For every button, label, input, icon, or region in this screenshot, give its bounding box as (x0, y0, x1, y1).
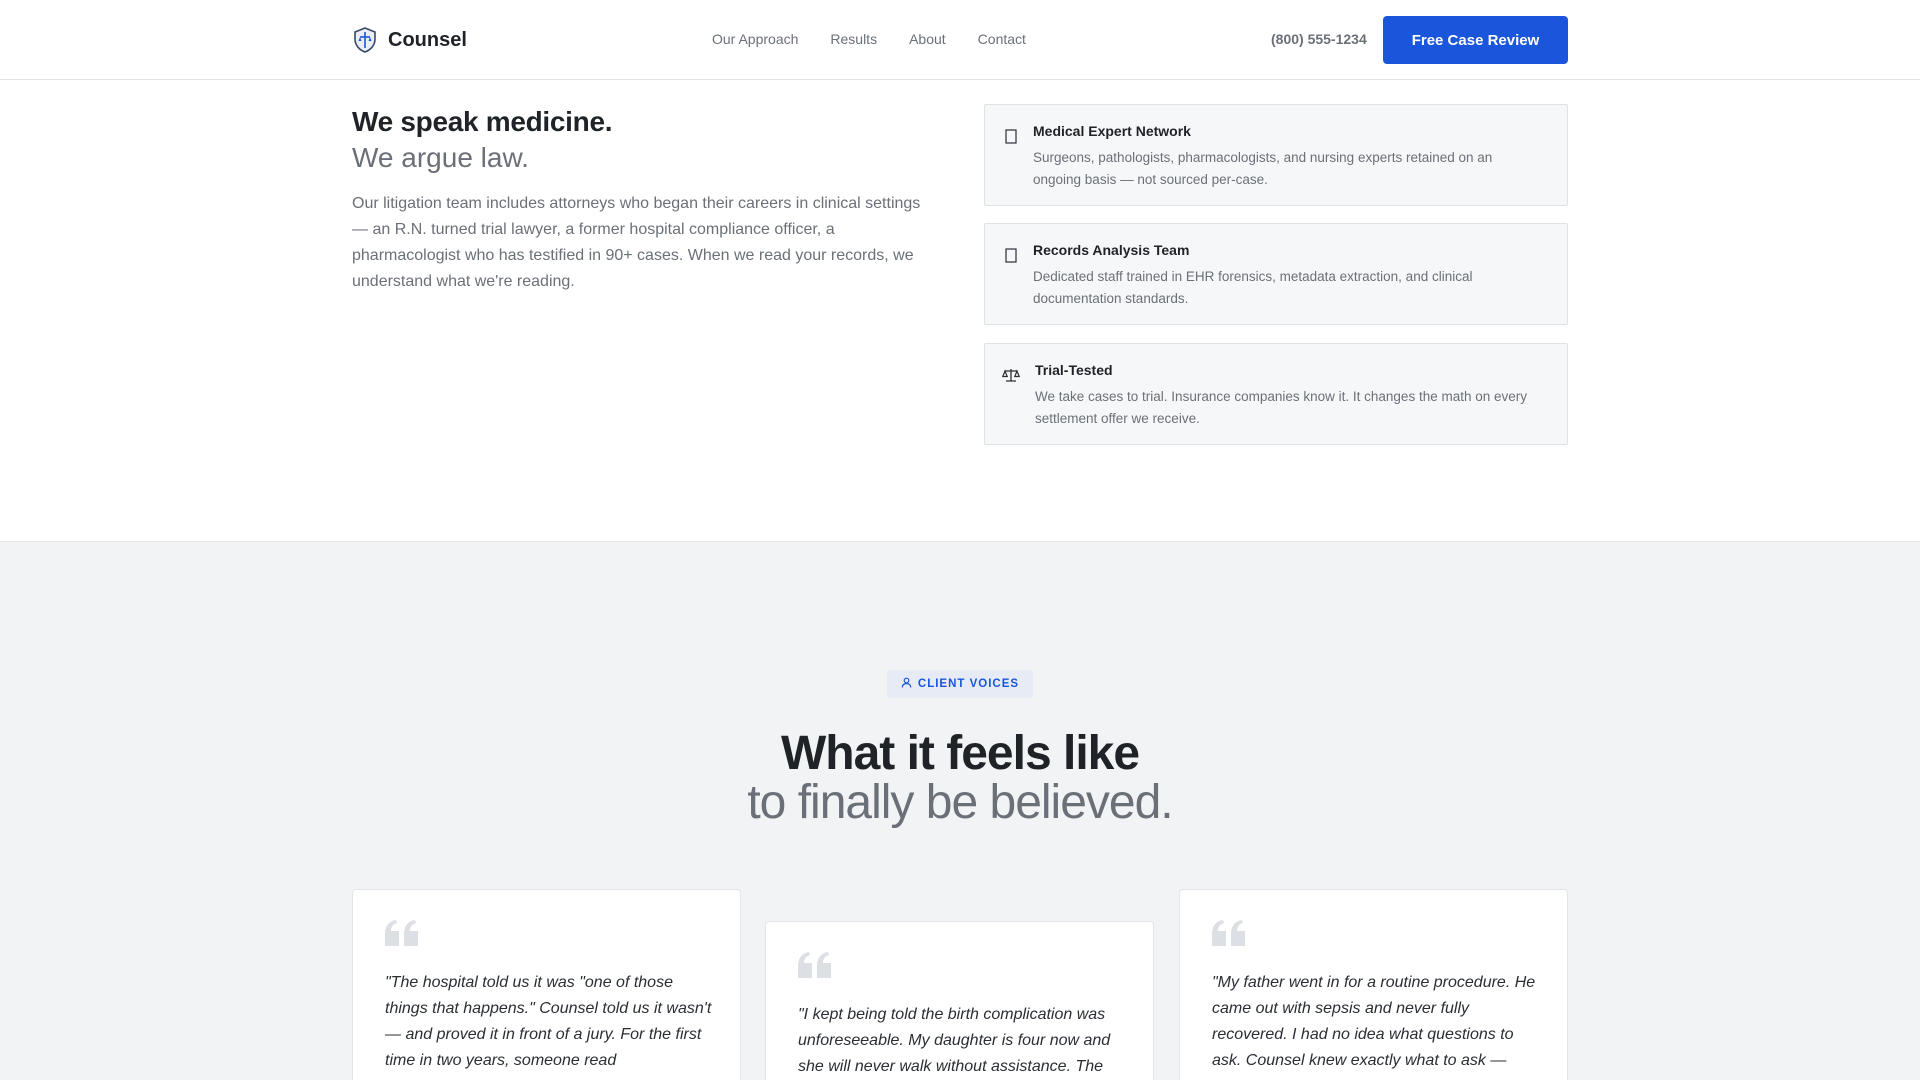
nav-link-contact[interactable]: Contact (978, 31, 1026, 47)
nav-link-results[interactable]: Results (830, 31, 877, 47)
quote-mark-icon (1212, 920, 1246, 946)
feature-description: We take cases to trial. Insurance compan… (1035, 389, 1527, 426)
user-icon (901, 675, 912, 693)
feature-card-records-analysis-team: Records Analysis Team Dedicated staff tr… (984, 223, 1568, 325)
badge-label: CLIENT VOICES (917, 678, 1020, 690)
nav-link-about[interactable]: About (909, 31, 946, 47)
scales-icon (1002, 366, 1020, 384)
phone-number-link[interactable]: (800) 555-1234 (1271, 31, 1367, 47)
brand-name: Counsel (388, 28, 467, 51)
intro-paragraph: Our litigation team includes attorneys w… (352, 195, 921, 290)
main-nav: Our Approach Results About Contact (712, 31, 1026, 47)
feature-title: Medical Expert Network (1033, 123, 1191, 139)
testimonial-card: "The hospital told us it was "one of tho… (352, 889, 741, 1080)
shield-logo-icon (352, 27, 378, 53)
feature-description: Dedicated staff trained in EHR forensics… (1033, 269, 1473, 306)
site-header: Counsel Our Approach Results About Conta… (0, 0, 1920, 80)
section-heading: We speak medicine. (352, 106, 613, 137)
client-voices-badge: CLIENT VOICES (887, 670, 1033, 698)
feature-title: Trial-Tested (1035, 362, 1113, 378)
nav-link-our-approach[interactable]: Our Approach (712, 31, 798, 47)
testimonial-card: "My father went in for a routine procedu… (1179, 889, 1568, 1080)
feature-description: Surgeons, pathologists, pharmacologists,… (1033, 150, 1493, 187)
testimonials-subtitle: to finally be believed. (747, 776, 1173, 829)
section-subheading: We argue law. (352, 142, 529, 173)
testimonial-quote: "My father went in for a routine procedu… (1212, 974, 1536, 1069)
document-icon (1003, 246, 1019, 264)
quote-mark-icon (798, 952, 832, 978)
document-icon (1003, 127, 1019, 145)
quote-mark-icon (385, 920, 419, 946)
feature-card-medical-expert-network: Medical Expert Network Surgeons, patholo… (984, 104, 1568, 206)
brand[interactable]: Counsel (352, 27, 467, 53)
testimonials-title: What it feels like (780, 727, 1140, 780)
testimonial-quote: "I kept being told the birth complicatio… (798, 1006, 1111, 1075)
feature-card-trial-tested: Trial-Tested We take cases to trial. Ins… (984, 343, 1568, 445)
free-case-review-button[interactable]: Free Case Review (1383, 16, 1568, 64)
testimonial-quote: "The hospital told us it was "one of tho… (385, 974, 712, 1069)
testimonial-card: "I kept being told the birth complicatio… (765, 921, 1154, 1080)
feature-title: Records Analysis Team (1033, 242, 1190, 258)
expertise-section (0, 80, 1920, 542)
